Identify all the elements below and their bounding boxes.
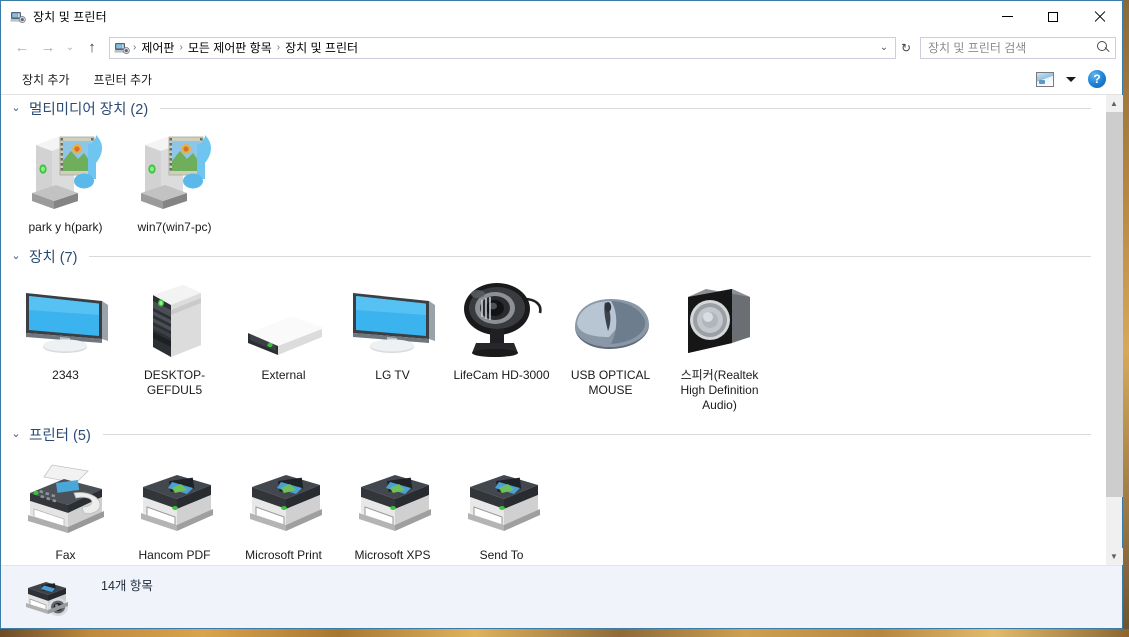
section-title-devices: 장치 (7) [29,249,78,266]
device-tile-send-to[interactable]: Send To [447,451,556,565]
speaker-icon [670,277,770,363]
device-label: win7(win7-pc) [137,220,212,234]
section-title-printers: 프린터 (5) [29,427,91,444]
printer-icon [343,457,443,543]
device-label: Microsoft XPS [354,548,431,562]
help-icon[interactable]: ? [1088,70,1106,88]
chevron-down-icon[interactable]: ⌄ [9,102,23,114]
navigation-bar: ← → ⌄ ↑ › 제어판 › 모든 제어판 항목 › 장치 및 프린터 ⌄ ↻… [1,32,1122,63]
device-tile-win7[interactable]: win7(win7-pc) [120,123,229,239]
printers-grid: Fax Hancom PDF Microsoft Print Microsoft… [1,451,1105,565]
monitor-icon [343,277,443,363]
vertical-scrollbar[interactable]: ▲ ▼ [1105,95,1123,565]
address-bar[interactable]: › 제어판 › 모든 제어판 항목 › 장치 및 프린터 ⌄ [109,36,896,59]
device-label: Microsoft Print [245,548,322,562]
section-header-devices[interactable]: ⌄ 장치 (7) [9,243,1091,269]
device-label: LG TV [375,368,410,382]
scroll-down-button[interactable]: ▼ [1105,548,1123,565]
title-bar: 장치 및 프린터 [1,1,1122,32]
mouse-icon [561,277,661,363]
device-tile-lifecam[interactable]: LifeCam HD-3000 [447,271,556,417]
device-label: park y h(park) [28,220,103,234]
webcam-icon [452,277,552,363]
search-input[interactable] [928,40,1097,55]
device-label: Hancom PDF [138,548,211,562]
maximize-button[interactable] [1030,1,1076,32]
device-label: Fax [55,548,76,562]
status-preview-icon [19,573,79,621]
breadcrumb-item-devices-printers[interactable]: 장치 및 프린터 [281,38,362,57]
breadcrumb-item-all-items[interactable]: 모든 제어판 항목 [184,38,276,57]
printer-icon [125,457,225,543]
up-button[interactable]: ↑ [79,36,105,60]
devices-grid: 2343 DESKTOP-GEFDUL5 External LG TV Life… [1,271,1105,417]
breadcrumb-item-control-panel[interactable]: 제어판 [137,38,178,57]
window-controls [984,1,1122,32]
device-tile-hancom-pdf[interactable]: Hancom PDF [120,451,229,565]
device-tile-speaker[interactable]: 스피커(Realtek High Definition Audio) [665,271,774,417]
device-tile-park-y-h[interactable]: park y h(park) [11,123,120,239]
media-pc-icon [16,129,116,215]
item-count-label: 14개 항목 [101,579,153,593]
address-dropdown-icon[interactable]: ⌄ [875,42,893,53]
device-label: USB OPTICAL MOUSE [570,368,651,397]
device-label: 스피커(Realtek High Definition Audio) [680,368,759,412]
window-title: 장치 및 프린터 [33,10,107,24]
recent-locations-button[interactable]: ⌄ [61,36,79,60]
scroll-up-button[interactable]: ▲ [1105,95,1123,112]
device-tile-2343[interactable]: 2343 [11,271,120,417]
search-icon[interactable] [1097,40,1111,55]
device-label: DESKTOP-GEFDUL5 [143,368,206,397]
multimedia-grid: park y h(park) win7(win7-pc) [1,123,1105,239]
devices-list: ⌄ 멀티미디어 장치 (2) park y h(park) win7(win7-… [1,95,1105,565]
desktop-tower-icon [125,277,225,363]
command-bar-right: ? [1036,70,1114,88]
back-button[interactable]: ← [9,36,35,60]
device-label: 2343 [52,368,79,382]
chevron-down-icon[interactable]: ⌄ [9,428,23,440]
section-divider [89,255,1091,257]
preview-pane-icon[interactable] [1036,71,1054,87]
device-tile-desktop[interactable]: DESKTOP-GEFDUL5 [120,271,229,417]
chevron-down-icon[interactable]: ⌄ [9,250,23,262]
device-tile-lg-tv[interactable]: LG TV [338,271,447,417]
device-tile-external[interactable]: External [229,271,338,417]
chevron-down-icon[interactable] [1066,76,1076,82]
fax-icon [16,457,116,543]
device-tile-mouse[interactable]: USB OPTICAL MOUSE [556,271,665,417]
devices-and-printers-window: 장치 및 프린터 ← → ⌄ ↑ › 제어판 › 모든 제어판 항목 › 장치 … [0,0,1123,629]
section-header-multimedia[interactable]: ⌄ 멀티미디어 장치 (2) [9,95,1091,121]
forward-button[interactable]: → [35,36,61,60]
scrollbar-track[interactable] [1105,112,1123,548]
devices-printers-icon [10,9,26,25]
device-label: LifeCam HD-3000 [453,368,550,382]
add-printer-button[interactable]: 프린터 추가 [85,67,162,92]
device-tile-fax[interactable]: Fax [11,451,120,565]
media-pc-icon [125,129,225,215]
section-divider [102,433,1091,435]
address-devices-printers-icon [114,40,130,56]
add-device-button[interactable]: 장치 추가 [13,67,79,92]
scrollbar-thumb[interactable] [1105,112,1123,497]
status-bar: 14개 항목 [1,565,1122,628]
device-tile-microsoft-xps[interactable]: Microsoft XPS [338,451,447,565]
monitor-icon [16,277,116,363]
printer-icon [234,457,334,543]
close-button[interactable] [1076,1,1122,32]
device-label: External [261,368,306,382]
content-area: ⌄ 멀티미디어 장치 (2) park y h(park) win7(win7-… [1,95,1123,565]
printer-icon [452,457,552,543]
search-box[interactable] [920,36,1116,59]
command-bar: 장치 추가 프린터 추가 ? [1,63,1122,95]
refresh-icon[interactable]: ↻ [896,41,916,55]
external-drive-icon [234,277,334,363]
section-header-printers[interactable]: ⌄ 프린터 (5) [9,421,1091,447]
device-tile-microsoft-print[interactable]: Microsoft Print [229,451,338,565]
minimize-button[interactable] [984,1,1030,32]
section-title-multimedia: 멀티미디어 장치 (2) [29,101,149,118]
device-label: Send To [479,548,524,562]
desktop-wallpaper-strip [0,629,1129,637]
section-divider [160,107,1091,109]
